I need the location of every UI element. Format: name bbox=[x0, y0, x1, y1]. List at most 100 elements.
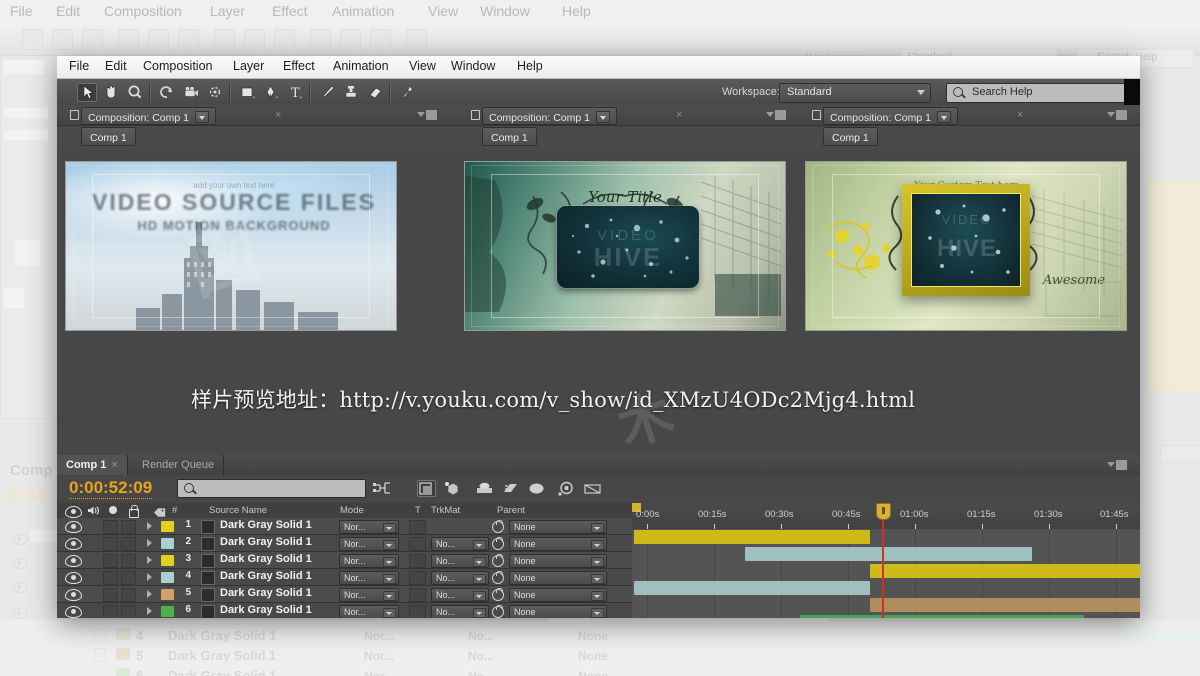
row-label-color[interactable] bbox=[161, 538, 174, 549]
brush-tool-icon[interactable] bbox=[317, 83, 337, 102]
row-expand-icon[interactable] bbox=[147, 522, 152, 530]
row-expand-icon[interactable] bbox=[147, 590, 152, 598]
row-source-name[interactable]: Dark Gray Solid 1 bbox=[220, 553, 312, 565]
table-row[interactable]: 6 Dark Gray Solid 1 Nor... No... None bbox=[57, 603, 632, 618]
camera-tool-icon[interactable] bbox=[181, 83, 201, 102]
chevron-down-icon[interactable] bbox=[595, 110, 610, 123]
table-row[interactable]: 4 Dark Gray Solid 1 Nor... No... None bbox=[57, 569, 632, 586]
layer-bar-2[interactable] bbox=[745, 547, 1032, 561]
viewer-breadcrumb-2[interactable]: Comp 1 bbox=[482, 127, 537, 146]
menu-composition[interactable]: Composition bbox=[143, 59, 212, 73]
row-trkmat-select[interactable]: No... bbox=[431, 605, 489, 618]
row-parent-select[interactable]: None bbox=[509, 520, 607, 534]
hand-tool-icon[interactable] bbox=[101, 83, 121, 102]
row-eye-icon[interactable] bbox=[65, 521, 82, 533]
viewer-close-icon-2[interactable]: × bbox=[676, 109, 682, 121]
row-t-cell[interactable] bbox=[409, 554, 426, 568]
viewer-close-icon-3[interactable]: × bbox=[1017, 109, 1023, 121]
row-trkmat-select[interactable]: No... bbox=[431, 537, 489, 551]
row-expand-icon[interactable] bbox=[147, 539, 152, 547]
row-mode-select[interactable]: Nor... bbox=[339, 520, 399, 534]
selection-tool-icon[interactable] bbox=[77, 83, 97, 102]
enable-motion-blur-icon[interactable] bbox=[501, 480, 520, 497]
type-tool-icon[interactable]: T bbox=[285, 83, 305, 102]
playhead-handle[interactable] bbox=[876, 503, 891, 520]
row-expand-icon[interactable] bbox=[147, 573, 152, 581]
row-parent-select[interactable]: None bbox=[509, 571, 607, 585]
auto-keyframe-icon[interactable] bbox=[583, 480, 602, 497]
timeline-ruler[interactable]: 0:00s 00:15s 00:30s 00:45s 01:00s 01:15s… bbox=[632, 503, 1140, 530]
row-mode-select[interactable]: Nor... bbox=[339, 605, 399, 618]
row-parent-pickwhip-icon[interactable] bbox=[492, 554, 504, 567]
row-audio-cell[interactable] bbox=[103, 554, 118, 568]
table-row[interactable]: 2 Dark Gray Solid 1 Nor... No... None bbox=[57, 535, 632, 552]
row-source-name[interactable]: Dark Gray Solid 1 bbox=[220, 604, 312, 616]
row-parent-pickwhip-icon[interactable] bbox=[492, 537, 504, 550]
chevron-down-icon[interactable] bbox=[936, 110, 951, 123]
row-t-cell[interactable] bbox=[409, 520, 426, 534]
puppet-pin-tool-icon[interactable] bbox=[397, 83, 417, 102]
lock-icon[interactable] bbox=[812, 110, 821, 120]
enable-frame-blending-icon[interactable] bbox=[475, 480, 494, 497]
chevron-down-icon[interactable] bbox=[194, 110, 209, 123]
row-eye-icon[interactable] bbox=[65, 572, 82, 584]
row-parent-pickwhip-icon[interactable] bbox=[492, 520, 504, 533]
row-parent-pickwhip-icon[interactable] bbox=[492, 605, 504, 618]
row-parent-select[interactable]: None bbox=[509, 588, 607, 602]
row-expand-icon[interactable] bbox=[147, 607, 152, 615]
row-parent-select[interactable]: None bbox=[509, 605, 607, 618]
timeline-search-input[interactable] bbox=[177, 479, 366, 498]
layer-bar-1[interactable] bbox=[634, 530, 870, 544]
viewer-tab-3[interactable]: Composition: Comp 1 bbox=[812, 107, 958, 125]
row-solo-cell[interactable] bbox=[121, 588, 136, 602]
row-source-name[interactable]: Dark Gray Solid 1 bbox=[220, 570, 312, 582]
layer-bar-4[interactable] bbox=[634, 581, 870, 595]
viewer-panel-menu-icon-3[interactable] bbox=[1105, 110, 1127, 120]
menu-animation[interactable]: Animation bbox=[333, 59, 389, 73]
row-label-color[interactable] bbox=[161, 572, 174, 583]
lock-icon[interactable] bbox=[471, 110, 480, 120]
row-audio-cell[interactable] bbox=[103, 588, 118, 602]
row-expand-icon[interactable] bbox=[147, 556, 152, 564]
table-row[interactable]: 5 Dark Gray Solid 1 Nor... No... None bbox=[57, 586, 632, 603]
row-audio-cell[interactable] bbox=[103, 605, 118, 618]
row-label-color[interactable] bbox=[161, 606, 174, 617]
row-t-cell[interactable] bbox=[409, 571, 426, 585]
layer-bar-3[interactable] bbox=[870, 564, 1140, 578]
row-solo-cell[interactable] bbox=[121, 605, 136, 618]
row-audio-cell[interactable] bbox=[103, 520, 118, 534]
row-t-cell[interactable] bbox=[409, 588, 426, 602]
viewer-breadcrumb-1[interactable]: Comp 1 bbox=[81, 127, 136, 146]
row-parent-pickwhip-icon[interactable] bbox=[492, 588, 504, 601]
shape-tool-icon[interactable] bbox=[237, 83, 257, 102]
timeline-panel-menu-icon[interactable] bbox=[1105, 460, 1127, 470]
row-audio-cell[interactable] bbox=[103, 571, 118, 585]
workspace-select[interactable]: Standard bbox=[779, 83, 931, 103]
row-eye-icon[interactable] bbox=[65, 538, 82, 550]
menu-effect[interactable]: Effect bbox=[283, 59, 315, 73]
tab-close-icon[interactable]: × bbox=[111, 459, 117, 471]
row-source-name[interactable]: Dark Gray Solid 1 bbox=[220, 536, 312, 548]
menu-file[interactable]: File bbox=[69, 59, 89, 73]
viewer-breadcrumb-3[interactable]: Comp 1 bbox=[823, 127, 878, 146]
pen-tool-icon[interactable] bbox=[261, 83, 281, 102]
row-label-color[interactable] bbox=[161, 555, 174, 566]
row-solo-cell[interactable] bbox=[121, 537, 136, 551]
layer-bar-6[interactable] bbox=[800, 615, 1084, 618]
rotation-tool-icon[interactable] bbox=[157, 83, 177, 102]
row-t-cell[interactable] bbox=[409, 537, 426, 551]
playhead-line-tracks[interactable] bbox=[882, 529, 884, 618]
layer-bar-5[interactable] bbox=[870, 598, 1140, 612]
row-parent-select[interactable]: None bbox=[509, 554, 607, 568]
menu-help[interactable]: Help bbox=[517, 59, 543, 73]
table-row[interactable]: 3 Dark Gray Solid 1 Nor... No... None bbox=[57, 552, 632, 569]
row-t-cell[interactable] bbox=[409, 605, 426, 618]
row-source-name[interactable]: Dark Gray Solid 1 bbox=[220, 519, 312, 531]
row-parent-select[interactable]: None bbox=[509, 537, 607, 551]
row-solo-cell[interactable] bbox=[121, 571, 136, 585]
row-mode-select[interactable]: Nor... bbox=[339, 554, 399, 568]
viewer-stage-3[interactable]: Your Custom Text here Awesome bbox=[799, 149, 1140, 466]
table-row[interactable]: 1 Dark Gray Solid 1 Nor... None bbox=[57, 518, 632, 535]
viewer-tab-1[interactable]: Composition: Comp 1 bbox=[70, 107, 216, 125]
row-mode-select[interactable]: Nor... bbox=[339, 571, 399, 585]
